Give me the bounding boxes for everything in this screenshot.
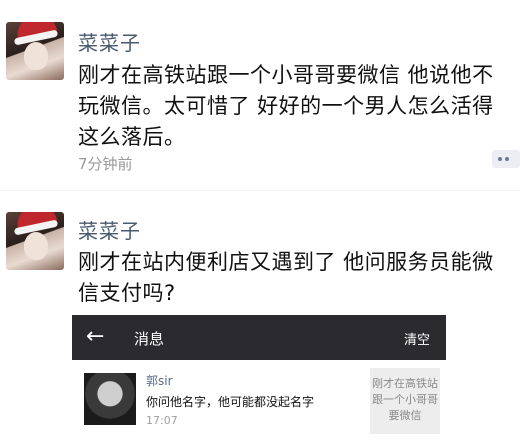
avatar-post-1[interactable] [6,22,64,80]
embedded-message-time: 17:07 [146,414,178,427]
embedded-message-name: 郭sir [146,374,173,388]
face-decoration [24,232,48,260]
back-arrow-icon: ← [86,324,105,349]
dot-icon [498,157,502,161]
post-1-time: 7分钟前 [78,155,133,173]
face-decoration [24,42,48,70]
dot-icon [505,157,509,161]
embedded-screenshot-header: ← 消息 清空 [72,315,446,360]
embedded-message-text: 你问他名字，他可能都没起名字 [146,395,315,409]
post-2-text: 刚才在站内便利店又遇到了 他问服务员能微信支付吗? [78,250,494,305]
embedded-quoted-post: 刚才在高铁站跟一个小哥哥要微信 [370,368,440,434]
post-1-nickname[interactable]: 菜菜子 [78,27,141,56]
embedded-header-title: 消息 [134,330,165,348]
embedded-avatar [84,373,136,425]
post-divider [0,190,520,191]
post-2-nickname[interactable]: 菜菜子 [78,215,141,244]
post-1-text: 刚才在高铁站跟一个小哥哥要微信 他说他不玩微信。太可惜了 好好的一个男人怎么活得… [78,63,494,149]
more-options-button[interactable] [492,150,520,168]
embedded-clear-label: 清空 [403,333,430,348]
avatar-post-2[interactable] [6,212,64,270]
